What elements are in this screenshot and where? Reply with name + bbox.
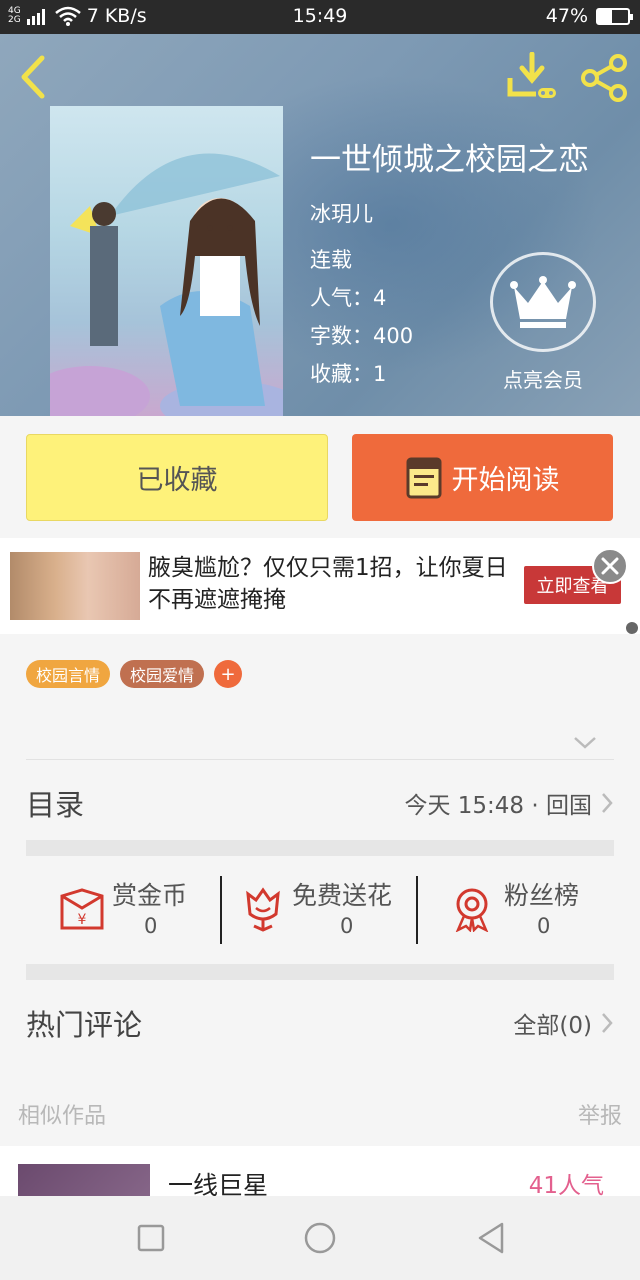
- book-icon: [406, 457, 441, 498]
- battery-icon: [596, 7, 633, 25]
- free-flower-label: 免费送花: [292, 881, 393, 910]
- hot-comments-title: 热门评论: [26, 1008, 143, 1042]
- crown-icon: [510, 276, 576, 328]
- tag-campus-romance[interactable]: 校园言情: [26, 660, 111, 688]
- section-separator: [26, 840, 614, 856]
- medal-icon: [455, 888, 489, 932]
- fan-ranking-button[interactable]: 粉丝榜 0: [448, 872, 598, 944]
- clock: 15:49: [292, 5, 348, 27]
- latest-chapter: 今天 15:48 · 回国: [404, 793, 592, 819]
- section-separator: [26, 964, 614, 980]
- back-triangle-icon[interactable]: [472, 1218, 512, 1258]
- reward-coins-label: 赏金币: [112, 881, 188, 910]
- vip-button[interactable]: [490, 252, 596, 352]
- fan-ranking-label: 粉丝榜: [504, 881, 580, 910]
- back-arrow-icon[interactable]: [14, 52, 54, 102]
- report-link[interactable]: 举报: [578, 1098, 622, 1130]
- free-flower-button[interactable]: 免费送花 0: [240, 872, 410, 944]
- book-author[interactable]: 冰玥儿: [310, 198, 373, 228]
- flower-icon: [246, 887, 280, 932]
- download-icon[interactable]: [506, 52, 558, 100]
- divider: [220, 876, 222, 944]
- action-bar: 已收藏 开始阅读: [0, 416, 640, 538]
- similar-item[interactable]: 一线巨星 41人气: [0, 1146, 640, 1196]
- similar-popularity: 41人气: [528, 1173, 604, 1196]
- book-header: 一世倾城之校园之恋 冰玥儿 连载 人气：4 字数：400 收藏：1 点亮会员: [0, 34, 640, 416]
- battery-percent: 47%: [545, 5, 588, 27]
- favorited-label: 已收藏: [136, 465, 218, 496]
- chevron-right-icon: [602, 793, 613, 813]
- battery-fill: [598, 9, 613, 23]
- status-bar: 4G 2G 7 KB/s 15:49 47%: [0, 0, 640, 34]
- popularity-count: 人气：4: [310, 286, 387, 310]
- ad-banner[interactable]: 腋臭尴尬？仅仅只需1招，让你夏日不再遮遮掩掩 立即查看: [0, 538, 640, 634]
- home-icon[interactable]: [300, 1218, 340, 1258]
- tag-campus-love[interactable]: 校园爱情: [120, 660, 205, 688]
- similar-cover: [18, 1164, 150, 1196]
- free-flower-value: 0: [340, 914, 354, 938]
- book-status: 连载: [310, 248, 352, 272]
- similar-title: 一线巨星: [168, 1171, 269, 1196]
- recent-apps-icon[interactable]: [131, 1218, 171, 1258]
- book-cover[interactable]: [50, 106, 283, 416]
- book-title: 一世倾城之校园之恋: [310, 142, 589, 178]
- support-row: ¥ 赏金币 0 免费送花 0 粉丝榜 0: [0, 872, 640, 948]
- vip-label[interactable]: 点亮会员: [493, 364, 593, 393]
- red-envelope-icon: ¥: [60, 888, 104, 930]
- chevron-right-icon: [602, 1013, 613, 1033]
- all-comments-label: 全部(0): [513, 1013, 592, 1039]
- all-comments-link[interactable]: 全部(0): [513, 1006, 614, 1040]
- catalog-title[interactable]: 目录: [26, 782, 84, 824]
- svg-text:¥: ¥: [78, 912, 87, 928]
- ad-image: [10, 552, 140, 620]
- catalog-latest[interactable]: 今天 15:48 · 回国: [404, 786, 614, 820]
- start-reading-label: 开始阅读: [451, 465, 560, 496]
- similar-works-label: 相似作品: [18, 1104, 107, 1129]
- cover-illustration: [50, 153, 283, 416]
- ad-close-button[interactable]: [592, 548, 628, 584]
- divider: [26, 759, 614, 760]
- ad-info-icon[interactable]: [626, 622, 638, 634]
- tag-list: 校园言情 校园爱情 +: [26, 660, 243, 688]
- system-nav-bar: [0, 1196, 640, 1280]
- reward-coins-value: 0: [144, 914, 158, 938]
- favorite-count: 收藏：1: [310, 362, 387, 386]
- divider: [416, 876, 418, 944]
- start-reading-button[interactable]: 开始阅读: [352, 434, 613, 521]
- chevron-down-icon[interactable]: [572, 732, 598, 752]
- close-icon: [601, 557, 619, 575]
- fan-ranking-value: 0: [537, 914, 551, 938]
- share-icon[interactable]: [580, 54, 630, 102]
- reward-coins-button[interactable]: ¥ 赏金币 0: [50, 872, 220, 944]
- word-count: 字数：400: [310, 324, 414, 348]
- ad-text: 腋臭尴尬？仅仅只需1招，让你夏日不再遮遮掩掩: [148, 555, 508, 613]
- add-tag-button[interactable]: +: [214, 660, 243, 688]
- favorited-button[interactable]: 已收藏: [26, 434, 328, 521]
